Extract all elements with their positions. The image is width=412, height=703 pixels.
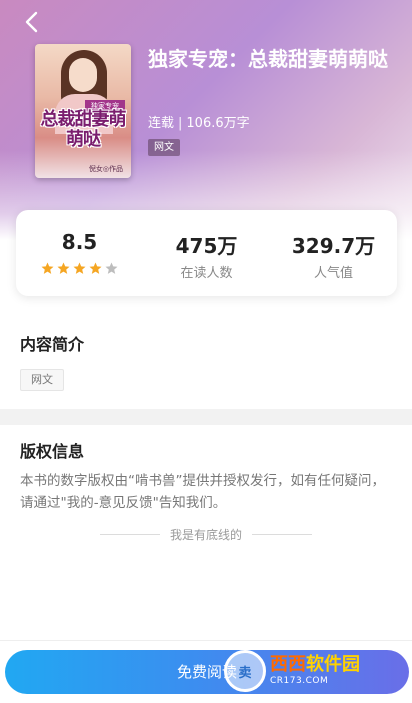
cover-title-text: 总裁甜妻萌萌哒 [40,109,127,150]
readers-label: 在读人数 [180,266,233,281]
cover-author-text: 倪女◎作品 [88,165,123,173]
rating-value: 8.5 [61,230,98,254]
copyright-section-title: 版权信息 [20,442,85,461]
end-of-list-text: 我是有底线的 [169,527,242,542]
watermark-main-b: 软件园 [306,654,360,675]
intro-section-title: 内容简介 [20,335,85,354]
copyright-text: 本书的数字版权由“啃书兽”提供并授权发行，如有任何疑问，请通过"我的-意见反馈"… [20,473,385,511]
intro-tag[interactable]: 网文 [20,369,64,391]
chevron-left-icon [25,11,38,33]
back-button[interactable] [18,8,46,36]
star-icon [57,262,70,274]
divider-line-left [99,533,160,535]
book-title: 独家专宠：总裁甜妻萌萌哒 [148,47,388,71]
star-icon [73,262,86,274]
genre-tag: 网文 [148,139,180,156]
popularity-value: 329.7万 [291,234,376,258]
watermark-circle: 卖 [224,650,266,692]
popularity-stat: 329.7万 人气值 [270,210,397,296]
watermark-main-a: 西西 [270,654,306,675]
stats-card: 8.5 475万 在读人数 329.7万 人气值 [16,210,397,296]
book-status: 连载 [148,116,175,131]
readers-stat: 475万 在读人数 [143,210,270,296]
star-icon [105,262,118,274]
star-icon [41,262,54,274]
book-word-count: 106.6万字 [186,116,250,131]
watermark-sub: CR173.COM [270,676,329,686]
section-divider [0,409,412,425]
divider-line-right [252,533,312,535]
book-meta: 连载 | 106.6万字 [148,112,250,131]
rating-stat: 8.5 [16,210,143,296]
readers-value: 475万 [175,234,238,258]
meta-separator: | [178,116,183,131]
watermark-logo: 卖 西西软件园 CR173.COM [224,648,410,694]
watermark-main: 西西软件园 [270,655,360,675]
footer-divider [0,640,412,641]
end-of-list-indicator: 我是有底线的 [0,525,412,543]
cover-figure-face [69,58,97,92]
rating-stars [16,262,143,275]
star-icon [89,262,102,274]
book-cover[interactable]: 独家专宠 总裁甜妻萌萌哒 倪女◎作品 [35,44,131,178]
watermark-text: 西西软件园 CR173.COM [270,655,360,687]
popularity-label: 人气值 [313,266,353,281]
